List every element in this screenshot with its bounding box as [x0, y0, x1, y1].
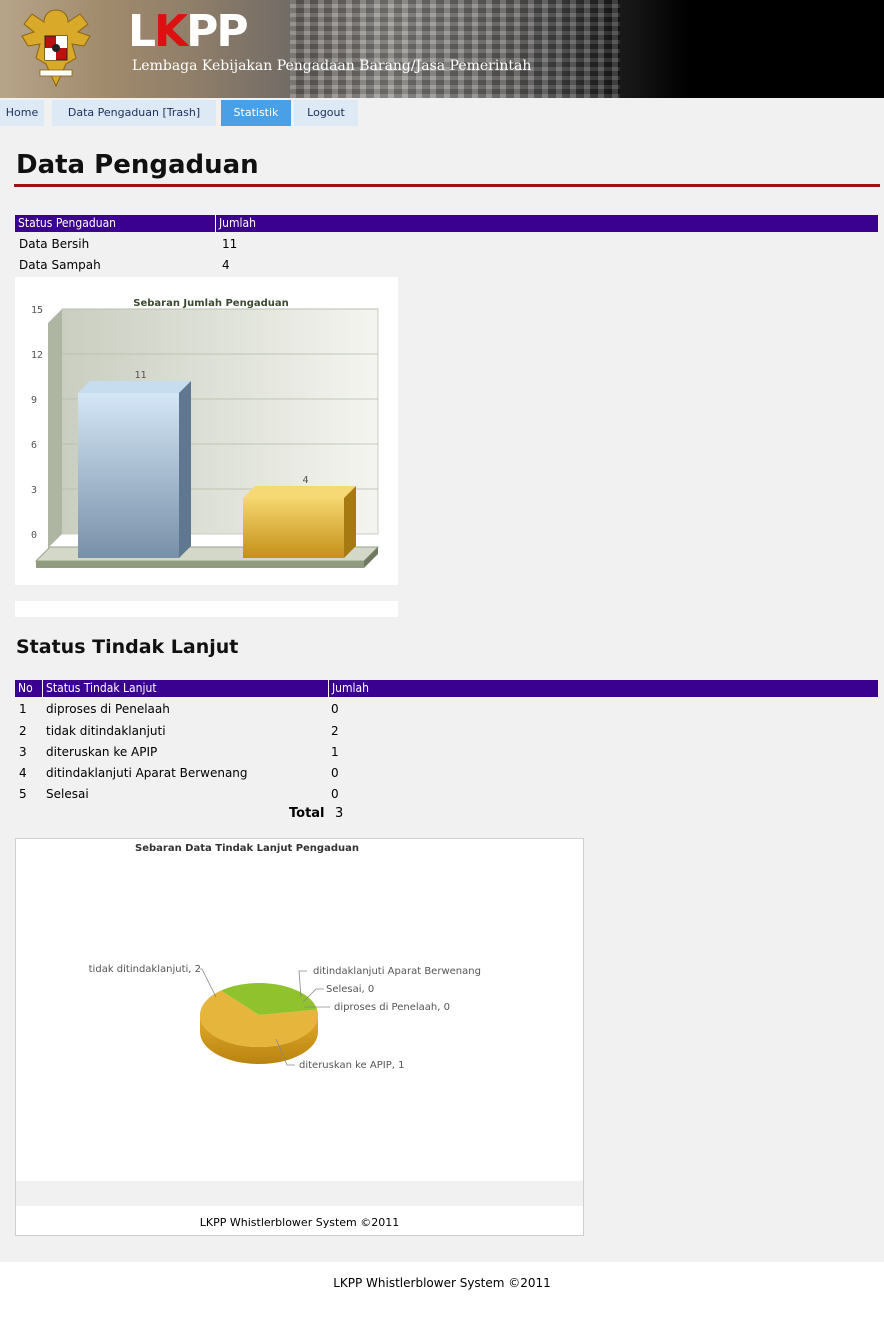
column-header-no: No	[18, 681, 33, 695]
bar-top	[243, 486, 356, 498]
bar-front	[243, 498, 344, 558]
lkpp-logo: LKPP	[128, 6, 249, 57]
row-no: 2	[19, 724, 27, 738]
floor-front	[36, 561, 364, 568]
nav-logout[interactable]: Logout	[294, 100, 358, 126]
title-divider	[14, 184, 880, 187]
nav-data-pengaduan-trash[interactable]: Data Pengaduan [Trash]	[52, 100, 216, 126]
pie-chart: Sebaran Data Tindak Lanjut Pengaduan dip…	[89, 843, 481, 1071]
pie-chart-panel: Sebaran Data Tindak Lanjut Pengaduan dip…	[16, 839, 501, 1181]
site-header: LKPP Lembaga Kebijakan Pengadaan Barang/…	[0, 0, 884, 98]
bar-side	[179, 381, 191, 558]
bar-chart-title: Sebaran Jumlah Pengaduan	[133, 298, 289, 309]
tindak-table-header: No Status Tindak Lanjut Jumlah	[15, 680, 878, 697]
y-tick-label: 0	[31, 530, 37, 541]
y-tick-label: 6	[31, 440, 37, 451]
status-row-label: Data Bersih	[19, 237, 90, 251]
bar-data-bersih: 11	[78, 370, 191, 558]
total-value: 3	[335, 806, 344, 821]
row-count: 0	[331, 766, 339, 780]
y-axis-ticks: 0 3 6 9 12 15	[31, 305, 43, 541]
page-title: Data Pengaduan	[16, 150, 259, 180]
nav-home[interactable]: Home	[0, 100, 44, 126]
status-row-count: 4	[222, 258, 230, 272]
y-tick-label: 9	[31, 395, 37, 406]
status-row-count: 11	[222, 237, 238, 251]
y-tick-label: 15	[31, 305, 43, 316]
status-table-header: Status Pengaduan Jumlah	[15, 215, 878, 232]
status-row-label: Data Sampah	[19, 258, 101, 272]
pie-chart-title: Sebaran Data Tindak Lanjut Pengaduan	[135, 843, 359, 854]
pie-slices	[200, 983, 318, 1064]
row-status: diteruskan ke APIP	[46, 745, 158, 759]
row-no: 3	[19, 745, 27, 759]
row-no: 1	[19, 702, 27, 716]
footer-copyright: LKPP Whistlerblower System ©2011	[333, 1276, 551, 1290]
tindak-lanjut-title: Status Tindak Lanjut	[16, 636, 239, 658]
inner-footer-text: LKPP Whistlerblower System ©2011	[199, 1216, 400, 1229]
row-count: 1	[331, 745, 339, 759]
bar-chart-panel: Sebaran Jumlah Pengaduan 0 3 6 9 12 15 11 4	[15, 277, 398, 585]
pie-slice-label: diteruskan ke APIP, 1	[299, 1060, 404, 1071]
bar-value-label: 11	[134, 370, 146, 381]
header-subtitle: Lembaga Kebijakan Pengadaan Barang/Jasa …	[132, 58, 532, 74]
bar-chart: Sebaran Jumlah Pengaduan 0 3 6 9 12 15 11 4	[31, 298, 380, 568]
bar-value-label: 4	[302, 475, 308, 486]
column-header-jumlah: Jumlah	[328, 680, 878, 697]
page-footer	[0, 1262, 884, 1336]
row-count: 0	[331, 787, 339, 801]
main-nav: Home Data Pengaduan [Trash] Statistik Lo…	[0, 100, 360, 126]
pie-leader-line	[200, 968, 217, 998]
plot-left-wall	[48, 309, 62, 548]
y-tick-label: 3	[31, 485, 37, 496]
column-header-status-tindak: Status Tindak Lanjut	[42, 680, 328, 697]
bar-data-sampah: 4	[243, 475, 356, 558]
column-header-jumlah: Jumlah	[215, 215, 878, 232]
bar-chart-footer-panel	[15, 601, 398, 617]
pie-slice-label: tidak ditindaklanjuti, 2	[89, 964, 201, 975]
row-status: diproses di Penelaah	[46, 702, 170, 716]
column-header-status: Status Pengaduan	[18, 216, 117, 230]
pie-slice-label: ditindaklanjuti Aparat Berwenang	[313, 966, 481, 977]
row-status: Selesai	[46, 787, 89, 801]
bar-side	[344, 486, 356, 558]
garuda-emblem-icon	[21, 9, 91, 88]
total-label: Total	[289, 806, 325, 821]
bar-front	[78, 393, 179, 558]
row-count: 2	[331, 724, 339, 738]
row-status: ditindaklanjuti Aparat Berwenang	[46, 766, 248, 780]
nav-statistik[interactable]: Statistik	[221, 100, 291, 126]
row-count: 0	[331, 702, 339, 716]
y-tick-label: 12	[31, 350, 43, 361]
row-no: 5	[19, 787, 27, 801]
row-no: 4	[19, 766, 27, 780]
header-building-texture	[290, 0, 620, 98]
pie-chart-bottom-strip	[16, 1181, 583, 1206]
pie-slice-label: diproses di Penelaah, 0	[334, 1002, 450, 1013]
row-status: tidak ditindaklanjuti	[46, 724, 166, 738]
bar-top	[78, 381, 191, 393]
pie-slice-label: Selesai, 0	[326, 984, 374, 995]
